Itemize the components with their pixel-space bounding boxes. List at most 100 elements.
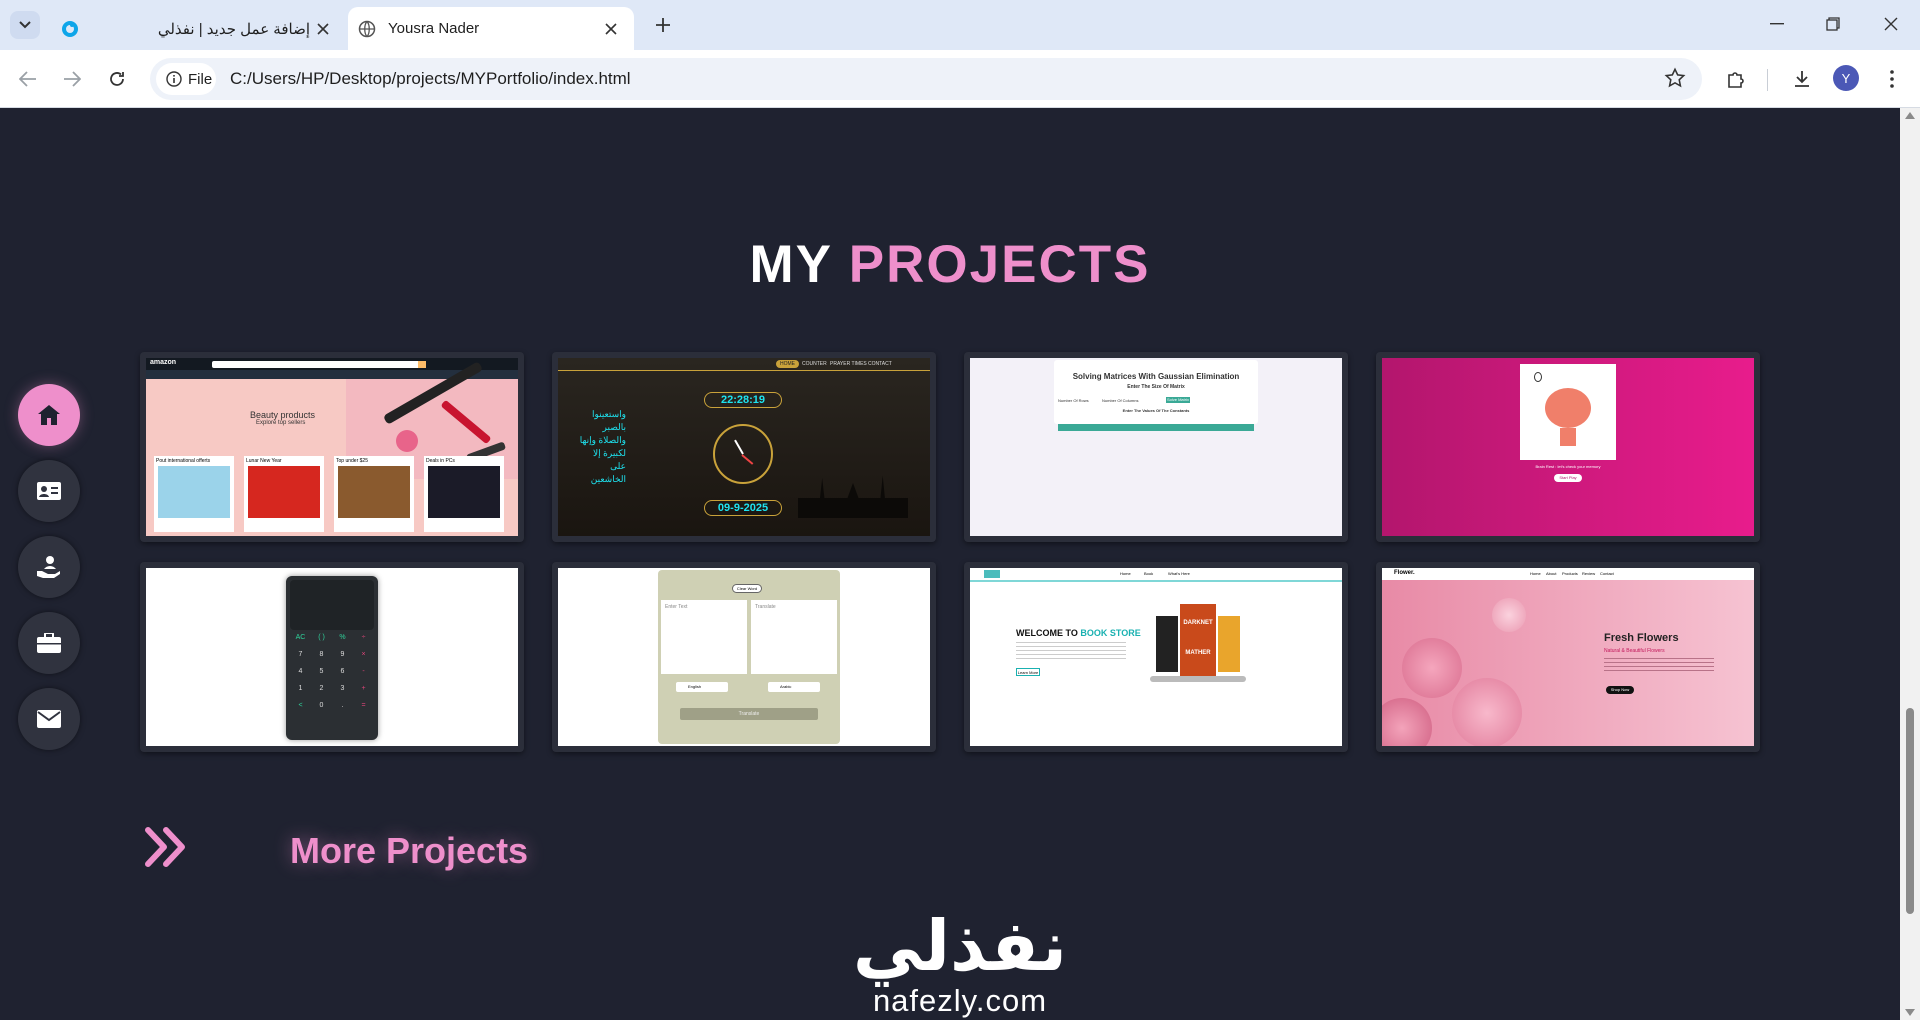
calculator-key: ×	[361, 651, 366, 658]
nav-portfolio-button[interactable]	[18, 612, 80, 674]
home-icon	[38, 405, 60, 425]
calculator-key: 5	[319, 668, 324, 675]
project-thumbnail: Home Book What's Here WELCOME TO BOOK ST…	[970, 568, 1342, 746]
flowers-button: Shop Now	[1606, 686, 1634, 694]
menu-button[interactable]	[1876, 63, 1908, 95]
url-text[interactable]: C:/Users/HP/Desktop/projects/MYPortfolio…	[230, 69, 631, 89]
reload-button[interactable]	[101, 63, 133, 95]
bookstore-nav-item: What's Here	[1168, 571, 1190, 576]
flowers-nav-item: Review	[1582, 571, 1596, 576]
calculator-key: =	[361, 702, 366, 709]
brain-text: Brain Rest : let's check your memory	[1535, 464, 1601, 469]
pinned-tab[interactable]	[52, 7, 88, 50]
calculator-key: AC	[295, 634, 306, 641]
nav-home-button[interactable]	[18, 384, 80, 446]
envelope-icon	[37, 710, 61, 728]
more-projects-label: More Projects	[290, 830, 529, 871]
calculator-key: -	[362, 668, 365, 675]
project-card-calculator[interactable]: AC ( )% ÷ 7 8 9 × 4 5 6 - 1 2 3 + <0. =	[140, 562, 524, 752]
title-white: MY	[749, 235, 833, 294]
address-bar[interactable]: File C:/Users/HP/Desktop/projects/MYPort…	[150, 58, 1702, 100]
minimize-button[interactable]	[1754, 8, 1800, 40]
project-card-matrix[interactable]: Solving Matrices With Gaussian Eliminati…	[964, 352, 1348, 542]
tab-nafezly[interactable]: إضافة عمل جديد | نفذلي	[132, 7, 342, 50]
clock-nav-item: CONTACT	[868, 361, 892, 367]
bookstore-nav-item: Home	[1120, 571, 1131, 576]
project-card-clock[interactable]: HOME COUNTER PRAYER TIMES CONTACT 22:28:…	[552, 352, 936, 542]
flowers-nav-item: About	[1546, 571, 1557, 576]
scroll-down-arrow[interactable]	[1905, 1009, 1915, 1016]
calculator-key: 7	[298, 651, 303, 658]
project-card-flowers[interactable]: Flower. Home About Products Review Conta…	[1376, 562, 1760, 752]
scroll-thumb[interactable]	[1906, 708, 1914, 914]
calculator-key: +	[361, 685, 366, 692]
project-thumbnail: HOME COUNTER PRAYER TIMES CONTACT 22:28:…	[558, 358, 930, 536]
title-pink: PROJECTS	[848, 235, 1151, 294]
tab-title: Yousra Nader	[388, 20, 480, 37]
project-card-brain[interactable]: Brain Rest : let's check your memory Sta…	[1376, 352, 1760, 542]
project-card-translator[interactable]: Clear Word Enter Text Translate English …	[552, 562, 936, 752]
flowers-nav-item: Home	[1530, 571, 1541, 576]
more-projects-link[interactable]: More Projects	[144, 818, 604, 888]
tab-title: إضافة عمل جديد | نفذلي	[157, 20, 310, 38]
forward-button[interactable]	[56, 63, 88, 95]
project-thumbnail: AC ( )% ÷ 7 8 9 × 4 5 6 - 1 2 3 + <0. =	[146, 568, 518, 746]
double-chevron-right-icon	[145, 827, 185, 867]
extensions-button[interactable]	[1720, 63, 1752, 95]
nav-contact-button[interactable]	[18, 688, 80, 750]
calculator-keypad: AC ( )% ÷ 7 8 9 × 4 5 6 - 1 2 3 + <0. =	[290, 634, 374, 709]
downloads-button[interactable]	[1786, 63, 1818, 95]
translator-from: English	[676, 682, 728, 692]
amazon-hero-title: Beauty products	[250, 410, 316, 420]
flowers-logo: Flower.	[1394, 570, 1415, 576]
minimize-icon	[1770, 23, 1784, 25]
projects-grid: amazon Beauty products Explore top selle…	[140, 352, 1760, 762]
site-info-chip[interactable]: File	[156, 63, 216, 95]
page-viewport: MY PROJECTS amazon Beauty products Explo…	[0, 108, 1900, 1020]
matrix-size-label: Enter The Size Of Matrix	[1127, 384, 1185, 390]
nav-about-button[interactable]	[18, 460, 80, 522]
flowers-heading: Fresh Flowers	[1604, 632, 1679, 644]
nafezly-watermark: نفذلي nafezly.com	[850, 908, 1070, 1018]
profile-avatar[interactable]: Y	[1833, 65, 1859, 91]
calculator-key: .	[341, 702, 344, 709]
project-thumbnail: Flower. Home About Products Review Conta…	[1382, 568, 1754, 746]
amazon-tile-label: Pout international offerts	[156, 458, 211, 464]
close-tab-icon[interactable]	[310, 16, 336, 42]
back-button[interactable]	[12, 63, 44, 95]
section-title: MY PROJECTS	[0, 234, 1900, 295]
watermark-arabic: نفذلي	[852, 905, 1068, 987]
bookstore-welcome: WELCOME TO	[1016, 628, 1078, 638]
amazon-tile-label: Deals in PCs	[426, 458, 455, 464]
calculator-key: 0	[319, 702, 324, 709]
bookmark-star-icon[interactable]	[1664, 67, 1686, 89]
scroll-up-arrow[interactable]	[1905, 112, 1915, 119]
clock-nav-item: PRAYER TIMES	[830, 361, 867, 367]
close-tab-icon[interactable]	[598, 16, 624, 42]
amazon-hero-sub: Explore top sellers	[256, 420, 306, 426]
hand-person-icon	[37, 556, 60, 578]
vertical-scrollbar[interactable]	[1900, 108, 1920, 1020]
restore-button[interactable]	[1810, 8, 1856, 40]
calculator-key: 9	[340, 651, 345, 658]
watermark-latin: nafezly.com	[872, 983, 1048, 1018]
flowers-sub: Natural & Beautiful Flowers	[1604, 648, 1665, 654]
translator-output: Translate	[751, 600, 837, 674]
flowers-nav-item: Contact	[1600, 571, 1614, 576]
project-card-bookstore[interactable]: Home Book What's Here WELCOME TO BOOK ST…	[964, 562, 1348, 752]
project-card-amazon[interactable]: amazon Beauty products Explore top selle…	[140, 352, 524, 542]
browser-toolbar: File C:/Users/HP/Desktop/projects/MYPort…	[0, 50, 1920, 108]
tab-search-button[interactable]	[10, 11, 40, 39]
project-thumbnail: amazon Beauty products Explore top selle…	[146, 358, 518, 536]
brain-start-button: Start Play	[1554, 474, 1582, 482]
calculator-key: 8	[319, 651, 324, 658]
chevron-down-icon	[19, 21, 31, 29]
amazon-tile-label: Top under $25	[336, 458, 368, 464]
tab-portfolio[interactable]: Yousra Nader	[348, 7, 634, 50]
nav-services-button[interactable]	[18, 536, 80, 598]
calculator-key: 6	[340, 668, 345, 675]
matrix-solve-button: Solve Matrix	[1166, 397, 1190, 403]
close-window-button[interactable]	[1868, 8, 1914, 40]
new-tab-button[interactable]	[650, 12, 676, 38]
info-icon	[166, 71, 182, 87]
